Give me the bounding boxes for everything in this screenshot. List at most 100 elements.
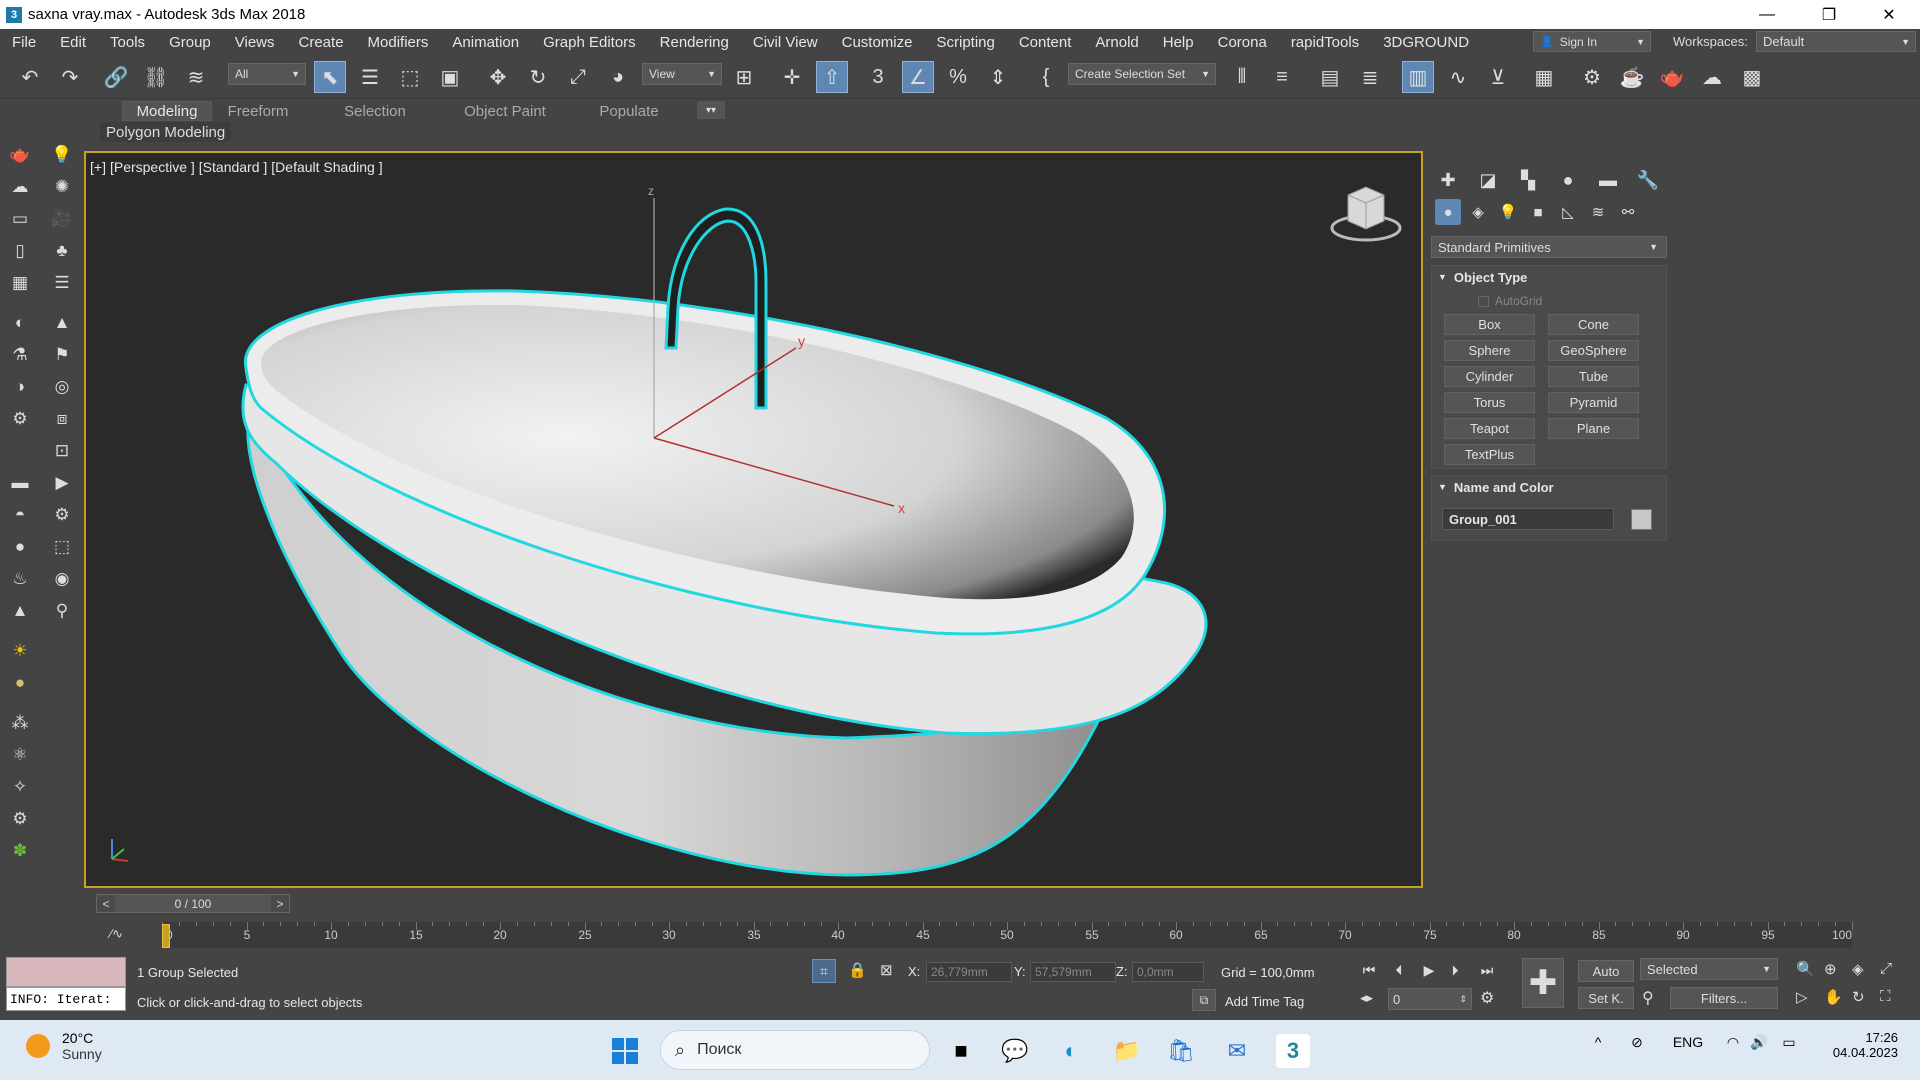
primitive-pyramid-button[interactable]: Pyramid — [1548, 392, 1639, 413]
settings-globe-icon[interactable]: ⚙ — [8, 807, 32, 831]
curve-editor-icon[interactable]: ∿ — [1442, 61, 1474, 93]
microsoft-store-icon[interactable]: 🛍 — [1164, 1034, 1198, 1068]
autogrid-checkbox[interactable]: AutoGrid — [1478, 294, 1542, 308]
camera-icon[interactable]: 🎥 — [50, 207, 74, 231]
motion-tab-icon[interactable]: ● — [1555, 167, 1581, 193]
perspective-viewport[interactable]: [+] [Perspective ] [Standard ] [Default Sha… — [84, 151, 1423, 888]
ribbon-tab-freeform[interactable]: Freeform — [215, 101, 301, 121]
shapes-icon[interactable]: ◈ — [1465, 199, 1491, 225]
calendar-icon[interactable]: ▦ — [8, 271, 32, 295]
select-manipulate-icon[interactable]: ✛ — [776, 61, 808, 93]
window-crossing-icon[interactable]: ▣ — [434, 61, 466, 93]
ribbon-toggle-icon[interactable]: ▥ — [1402, 61, 1434, 93]
workspaces-dropdown[interactable]: Default ▼ — [1756, 31, 1916, 52]
maxscript-input[interactable] — [6, 957, 126, 987]
geometry-icon[interactable]: ● — [1435, 199, 1461, 225]
add-time-tag[interactable]: Add Time Tag — [1225, 994, 1304, 1009]
menu-item-arnold[interactable]: Arnold — [1083, 34, 1150, 51]
close-button[interactable]: ✕ — [1860, 0, 1918, 29]
battery-icon[interactable]: ▭ — [1776, 1034, 1802, 1051]
menu-item-rendering[interactable]: Rendering — [648, 34, 741, 51]
language-indicator[interactable]: ENG — [1670, 1034, 1706, 1050]
cameras-icon[interactable]: ■ — [1525, 199, 1551, 225]
keyboard-shortcut-override-icon[interactable]: ⇧ — [816, 61, 848, 93]
menu-item-help[interactable]: Help — [1151, 34, 1206, 51]
network-status-icon[interactable]: ⊘ — [1624, 1034, 1650, 1051]
redo-icon[interactable]: ↷ — [54, 61, 86, 93]
utilities-tab-icon[interactable]: 🔧 — [1635, 167, 1661, 193]
menu-item-corona[interactable]: Corona — [1206, 34, 1279, 51]
menu-item-3dground[interactable]: 3DGROUND — [1371, 34, 1481, 51]
mirror-icon[interactable]: ⫴ — [1226, 61, 1258, 93]
filters-button[interactable]: Filters... — [1670, 987, 1778, 1009]
cone-icon[interactable]: ▲ — [8, 599, 32, 623]
maxscript-output[interactable]: INFO: Iterat: — [6, 987, 126, 1011]
sphere-icon[interactable]: ● — [8, 535, 32, 559]
viewcube[interactable] — [1330, 186, 1402, 242]
orbit-icon[interactable]: ◎ — [50, 375, 74, 399]
teapot-icon[interactable]: 🫖 — [8, 143, 32, 167]
hair-icon[interactable]: ♨ — [8, 567, 32, 591]
rotate-icon[interactable]: ↻ — [522, 61, 554, 93]
document-icon[interactable]: ▯ — [8, 239, 32, 263]
cloud-icon[interactable]: ☁ — [8, 175, 32, 199]
menu-item-modifiers[interactable]: Modifiers — [356, 34, 441, 51]
object-name-field[interactable]: Group_001 — [1442, 508, 1614, 530]
current-frame-field[interactable]: 0 ⇕ — [1388, 988, 1472, 1010]
list-icon[interactable]: ☰ — [50, 271, 74, 295]
restore-button[interactable]: ❐ — [1800, 0, 1858, 29]
rectangular-region-icon[interactable]: ⬚ — [394, 61, 426, 93]
ribbon-tab-object-paint[interactable]: Object Paint — [440, 101, 570, 121]
create-tab-icon[interactable]: ✚ — [1435, 167, 1461, 193]
absolute-mode-icon[interactable]: ⊠ — [880, 961, 893, 979]
plane-icon[interactable]: ▬ — [8, 471, 32, 495]
modify-tab-icon[interactable]: ◪ — [1475, 167, 1501, 193]
percent-snap-icon[interactable]: % — [942, 61, 974, 93]
render-in-cloud-icon[interactable]: ▩ — [1736, 61, 1768, 93]
taskbar-search[interactable]: ⌕ Поиск — [660, 1030, 930, 1070]
undo-icon[interactable]: ↶ — [14, 61, 46, 93]
bookmark-icon[interactable]: ⚑ — [50, 343, 74, 367]
helpers-icon[interactable]: ◺ — [1555, 199, 1581, 225]
film-icon[interactable]: ⚙ — [8, 407, 32, 431]
sign-in-dropdown[interactable]: 👤 Sign In ▼ — [1533, 31, 1651, 52]
named-selection-set-dropdown[interactable]: Create Selection Set ▼ — [1068, 63, 1216, 85]
go-to-end-icon[interactable]: ⏭ — [1476, 959, 1498, 981]
dome-icon[interactable]: ◓ — [8, 503, 32, 527]
orbit-icon[interactable]: ↻ — [1852, 988, 1865, 1006]
primitive-tube-button[interactable]: Tube — [1548, 366, 1639, 387]
pivot-center-icon[interactable]: ⊞ — [728, 61, 760, 93]
zoom-extents-icon[interactable]: ◈ — [1852, 960, 1864, 978]
unlink-icon[interactable]: ⛓ — [140, 61, 172, 93]
menu-item-file[interactable]: File — [0, 34, 48, 51]
edit-named-selection-icon[interactable]: { — [1030, 61, 1062, 93]
curve-editor-mini-icon[interactable]: ⁄∿ — [110, 926, 123, 942]
grid-box-icon[interactable]: ⊡ — [50, 439, 74, 463]
object-type-header[interactable]: ▼ Object Type — [1432, 266, 1666, 288]
reference-coordinate-dropdown[interactable]: View ▼ — [642, 63, 722, 85]
menu-item-tools[interactable]: Tools — [98, 34, 157, 51]
file-explorer-icon[interactable]: 📁 — [1110, 1034, 1144, 1068]
scene-explorer-icon[interactable]: ▤ — [1314, 61, 1346, 93]
timeline-track[interactable]: 0510152025303540455055606570758085909510… — [162, 922, 1853, 948]
eye-icon[interactable]: ◉ — [50, 567, 74, 591]
snaps-toggle-icon[interactable]: 3 — [862, 61, 894, 93]
field-of-view-icon[interactable]: ▷ — [1796, 988, 1808, 1006]
show-hidden-icons-icon[interactable]: ^ — [1586, 1034, 1610, 1050]
next-frame-icon[interactable]: ⏵ — [1444, 959, 1466, 981]
cone-light-icon[interactable]: ▲ — [50, 311, 74, 335]
menu-item-customize[interactable]: Customize — [830, 34, 925, 51]
key-set-dropdown[interactable]: Selected ▼ — [1640, 958, 1778, 980]
sun-light-icon[interactable]: ✺ — [50, 175, 74, 199]
angle-snap-icon[interactable]: ∠ — [902, 61, 934, 93]
sphere-material-icon[interactable]: ● — [8, 671, 32, 695]
align-icon[interactable]: ≡ — [1266, 61, 1298, 93]
menu-item-create[interactable]: Create — [287, 34, 356, 51]
frame-buffer-icon[interactable]: ▭ — [8, 207, 32, 231]
start-button[interactable] — [608, 1034, 642, 1068]
ribbon-tab-modeling[interactable]: Modeling — [122, 101, 212, 121]
plant-icon[interactable]: ✽ — [8, 839, 32, 863]
wifi-icon[interactable]: ◠ — [1722, 1034, 1744, 1051]
place-icon[interactable]: ◕ — [602, 61, 634, 93]
ribbon-tab-selection[interactable]: Selection — [325, 101, 425, 121]
